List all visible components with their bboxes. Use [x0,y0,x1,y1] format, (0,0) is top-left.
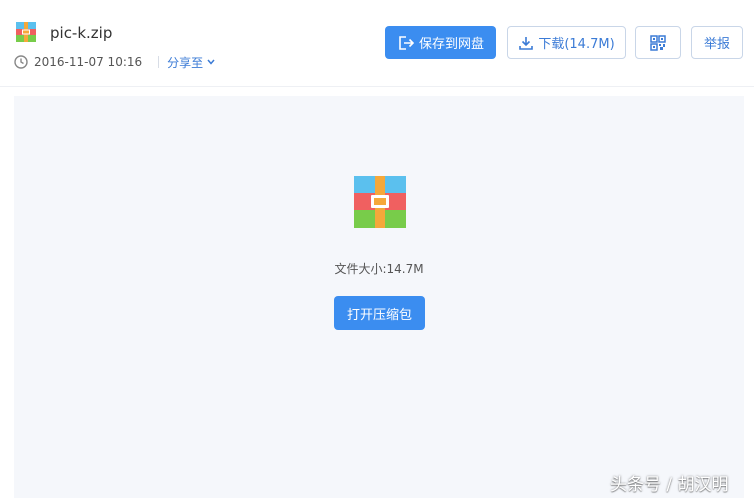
zip-archive-icon [16,22,36,42]
save-to-disk-button[interactable]: 保存到网盘 [385,26,496,59]
qr-code-button[interactable] [635,26,681,59]
zip-archive-icon [354,176,406,228]
share-dropdown[interactable]: 分享至 [167,54,215,71]
report-label: 举报 [703,37,730,52]
file-name: pic-k.zip [50,24,113,42]
open-archive-button[interactable]: 打开压缩包 [334,296,425,330]
save-to-disk-icon [399,35,415,50]
download-icon [519,36,534,50]
save-to-disk-label: 保存到网盘 [418,37,484,52]
file-size-text: 文件大小:14.7M [334,262,424,276]
share-label: 分享至 [167,55,204,70]
upload-date: 2016-11-07 10:16 [34,55,143,69]
file-header: pic-k.zip 2016-11-07 10:16 分享至 保存到网盘 下载(… [0,0,754,87]
meta-divider [158,56,160,68]
chevron-down-icon [207,59,215,65]
download-label: 下载(14.7M) [538,37,615,52]
qr-code-icon [650,34,666,51]
preview-panel: 文件大小:14.7M 打开压缩包 [14,96,744,498]
clock-icon [14,55,28,69]
download-button[interactable]: 下载(14.7M) [507,26,626,59]
watermark: 头条号 / 胡汉明 [610,475,729,495]
report-button[interactable]: 举报 [691,26,743,59]
file-meta: 2016-11-07 10:16 分享至 [14,54,215,70]
